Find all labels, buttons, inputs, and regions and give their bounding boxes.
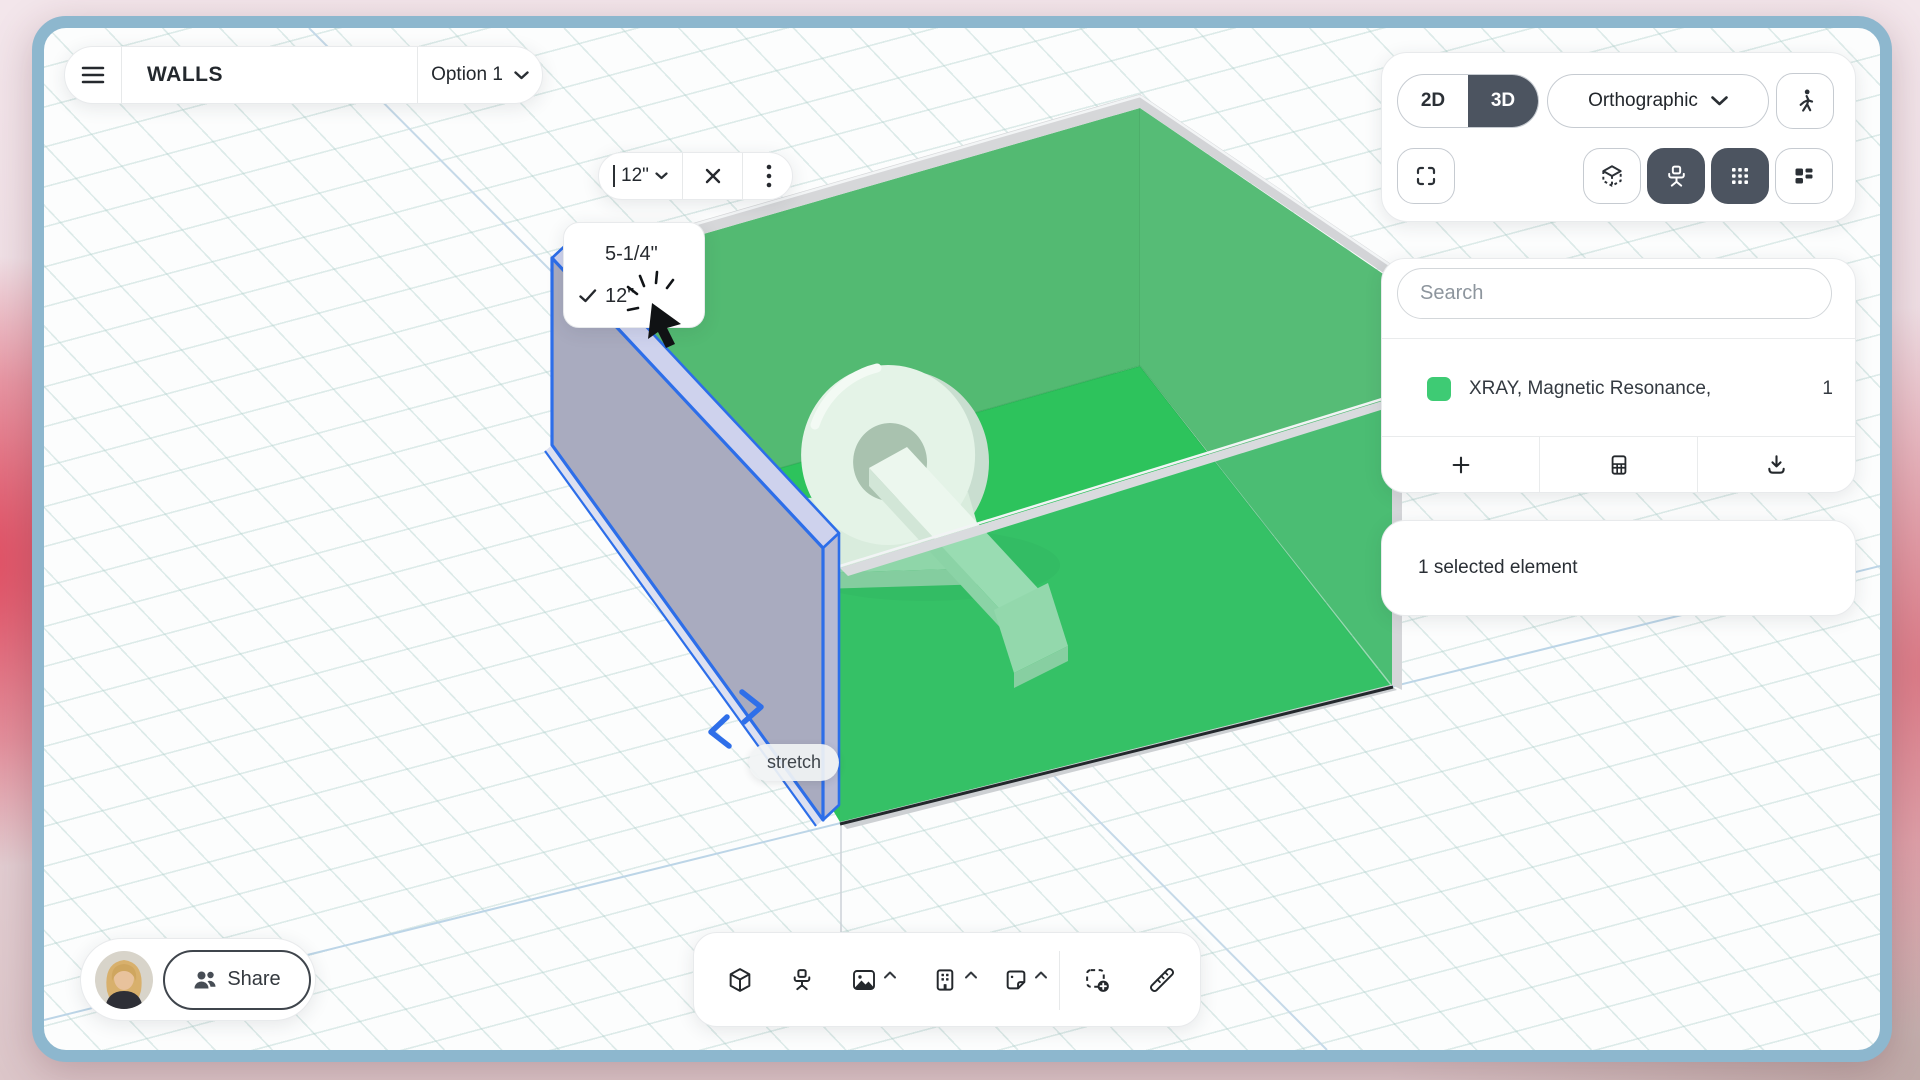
selection-status-text: 1 selected element <box>1418 557 1578 579</box>
menu-item-12[interactable]: 12" <box>564 275 704 317</box>
wall-size-text: 12" <box>621 165 649 187</box>
note-menu-chevron[interactable] <box>1035 966 1048 984</box>
grid-view-button[interactable] <box>1711 148 1769 204</box>
check-icon <box>576 289 600 303</box>
chevron-down-icon <box>514 71 529 80</box>
stretch-tooltip-label: stretch <box>767 752 821 772</box>
toggle-2d[interactable]: 2D <box>1398 75 1468 127</box>
image-tool[interactable] <box>851 967 877 993</box>
building-tool[interactable] <box>933 968 958 993</box>
share-bar: Share <box>80 938 316 1021</box>
share-label: Share <box>227 968 280 991</box>
view-controls-panel: 2D 3D Orthographic <box>1381 52 1856 222</box>
chevron-down-icon <box>655 172 668 180</box>
export-button[interactable] <box>1697 437 1855 492</box>
walk-icon <box>1792 88 1818 114</box>
furniture-icon <box>790 968 815 993</box>
projection-dropdown[interactable]: Orthographic <box>1547 74 1769 128</box>
measure-tool[interactable] <box>1149 967 1176 994</box>
cube-icon <box>727 967 754 994</box>
marquee-add-icon <box>1084 967 1111 994</box>
schedule-button[interactable] <box>1539 437 1697 492</box>
element-list-item[interactable]: XRAY, Magnetic Resonance, 1 <box>1382 339 1855 439</box>
walkthrough-button[interactable] <box>1776 73 1834 129</box>
people-icon <box>193 969 217 991</box>
grid-icon <box>1728 164 1752 188</box>
menu-item-label: 5-1/4" <box>605 243 658 266</box>
elements-panel: XRAY, Magnetic Resonance, 1 <box>1381 258 1856 493</box>
text-caret <box>613 165 615 187</box>
project-toolbar: WALLS Option 1 <box>64 46 543 104</box>
wall-size-toolbar: 12" <box>598 152 793 200</box>
share-button[interactable]: Share <box>163 950 311 1010</box>
wall-size-value[interactable]: 12" <box>599 153 682 199</box>
toggle-3d[interactable]: 3D <box>1468 75 1538 127</box>
divider <box>1059 951 1060 1010</box>
building-menu-chevron[interactable] <box>965 966 978 984</box>
chevron-up-icon <box>884 971 897 979</box>
element-count: 1 <box>1822 378 1833 400</box>
layout-view-button[interactable] <box>1775 148 1833 204</box>
fullscreen-button[interactable] <box>1397 148 1455 204</box>
image-menu-chevron[interactable] <box>884 966 897 984</box>
dimension-toggle: 2D 3D <box>1397 74 1539 128</box>
layout-icon <box>1792 164 1816 188</box>
chevron-up-icon <box>965 971 978 979</box>
app-window: WALLS Option 1 12" <box>32 16 1892 1062</box>
hamburger-icon <box>81 65 105 85</box>
close-icon <box>705 168 721 184</box>
stretch-tooltip: stretch <box>749 744 839 781</box>
more-options-button[interactable] <box>742 153 794 199</box>
avatar[interactable] <box>95 951 153 1009</box>
furniture-tool[interactable] <box>790 968 815 993</box>
download-icon <box>1765 453 1788 476</box>
option-label: Option 1 <box>431 64 503 86</box>
plus-icon <box>1450 454 1472 476</box>
element-label: XRAY, Magnetic Resonance, <box>1469 378 1822 400</box>
note-icon <box>1004 968 1029 993</box>
spreadsheet-icon <box>1608 454 1630 476</box>
main-menu-button[interactable] <box>65 47 121 103</box>
selection-status-panel: 1 selected element <box>1381 520 1856 616</box>
add-element-button[interactable] <box>1382 437 1539 492</box>
furniture-icon <box>1664 164 1689 189</box>
color-swatch <box>1427 377 1451 401</box>
option-dropdown[interactable]: Option 1 <box>418 64 542 86</box>
elements-footer <box>1382 436 1855 492</box>
chevron-down-icon <box>1711 96 1728 106</box>
projection-label: Orthographic <box>1588 90 1698 112</box>
close-button[interactable] <box>682 153 742 199</box>
wall-size-menu: 5-1/4" 12" <box>563 222 705 328</box>
image-icon <box>851 967 877 993</box>
menu-item-label: 12" <box>605 285 634 308</box>
marquee-select-tool[interactable] <box>1084 967 1111 994</box>
ruler-icon <box>1149 967 1176 994</box>
furniture-view-button[interactable] <box>1647 148 1705 204</box>
menu-item-5-1-4[interactable]: 5-1/4" <box>564 233 704 275</box>
search-input[interactable] <box>1397 268 1832 319</box>
desktop-background: WALLS Option 1 12" <box>0 0 1920 1080</box>
xray-view-button[interactable] <box>1583 148 1641 204</box>
model-tool[interactable] <box>727 967 754 994</box>
note-tool[interactable] <box>1004 968 1029 993</box>
chevron-up-icon <box>1035 971 1048 979</box>
kebab-icon <box>766 164 772 188</box>
building-icon <box>933 968 958 993</box>
xray-cube-icon <box>1599 163 1625 189</box>
page-title: WALLS <box>122 63 417 87</box>
insert-toolbar <box>693 932 1201 1027</box>
fullscreen-icon <box>1414 164 1438 188</box>
